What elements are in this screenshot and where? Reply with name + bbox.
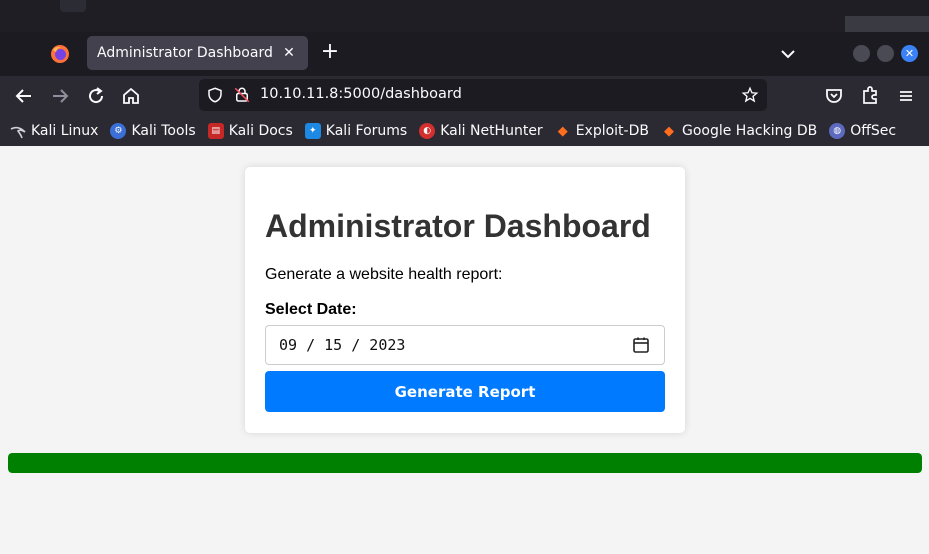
kali-nethunter-icon: ◐ [419, 123, 436, 139]
bookmark-google-hacking-db[interactable]: ◆ Google Hacking DB [661, 123, 817, 139]
bookmark-kali-forums[interactable]: ✦ Kali Forums [304, 123, 407, 139]
kali-dragon-icon [10, 123, 26, 139]
close-window-button[interactable]: ✕ [901, 45, 918, 62]
page-title: Administrator Dashboard [265, 208, 651, 244]
firefox-icon[interactable] [50, 44, 70, 64]
background-window-strip [0, 0, 929, 32]
maximize-button[interactable] [877, 45, 894, 62]
bookmarks-toolbar: Kali Linux ⚙ Kali Tools ▤ Kali Docs ✦ Ka… [0, 116, 929, 146]
shield-icon[interactable] [206, 86, 224, 104]
date-value[interactable]: 09 / 15 / 2023 [279, 336, 405, 354]
extensions-icon[interactable] [858, 84, 882, 108]
tab-administrator-dashboard[interactable]: Administrator Dashboard ✕ [87, 36, 308, 70]
bookmark-kali-tools[interactable]: ⚙ Kali Tools [110, 123, 196, 139]
insecure-lock-icon[interactable] [233, 86, 251, 104]
tab-bar: Administrator Dashboard ✕ + ✕ [0, 32, 929, 76]
bookmark-offsec[interactable]: ◍ OffSec [829, 123, 896, 139]
generate-report-button[interactable]: Generate Report [265, 371, 665, 412]
progress-bar [8, 453, 922, 473]
minimize-button[interactable] [853, 45, 870, 62]
dashboard-card: Administrator Dashboard Generate a websi… [245, 167, 685, 433]
bookmark-star-icon[interactable] [741, 86, 759, 104]
url-text[interactable]: 10.10.11.8:5000/dashboard [260, 86, 462, 102]
bookmark-kali-linux[interactable]: Kali Linux [10, 123, 98, 139]
url-bar[interactable]: 10.10.11.8:5000/dashboard [199, 79, 767, 111]
background-tab-fragment [60, 0, 86, 12]
list-all-tabs-icon[interactable] [776, 42, 800, 66]
forward-arrow-icon[interactable] [48, 84, 72, 108]
new-tab-icon[interactable]: + [318, 41, 342, 65]
home-icon[interactable] [119, 84, 143, 108]
report-description: Generate a website health report: [265, 266, 503, 283]
bookmark-exploit-db[interactable]: ◆ Exploit-DB [555, 123, 649, 139]
tab-close-icon[interactable]: ✕ [280, 45, 298, 61]
reload-icon[interactable] [84, 84, 108, 108]
hamburger-menu-icon[interactable] [894, 84, 918, 108]
bookmark-kali-docs[interactable]: ▤ Kali Docs [207, 123, 293, 139]
progress-bar-fill [8, 453, 922, 473]
kali-tools-icon: ⚙ [110, 123, 127, 139]
date-label: Select Date: [265, 301, 357, 318]
pocket-icon[interactable] [822, 84, 846, 108]
tab-title: Administrator Dashboard [97, 45, 273, 61]
bookmark-kali-nethunter[interactable]: ◐ Kali NetHunter [419, 123, 543, 139]
page-content: Administrator Dashboard Generate a websi… [0, 147, 929, 554]
offsec-icon: ◍ [829, 123, 846, 139]
background-panel-fragment [845, 16, 929, 32]
kali-docs-icon: ▤ [207, 123, 224, 139]
date-input[interactable]: 09 / 15 / 2023 [265, 325, 665, 365]
navigation-bar: 10.10.11.8:5000/dashboard [0, 76, 929, 116]
back-arrow-icon[interactable] [12, 84, 36, 108]
kali-forums-icon: ✦ [304, 123, 321, 139]
exploit-db-icon: ◆ [557, 123, 568, 139]
ghdb-icon: ◆ [663, 123, 674, 139]
calendar-icon[interactable] [632, 336, 650, 354]
